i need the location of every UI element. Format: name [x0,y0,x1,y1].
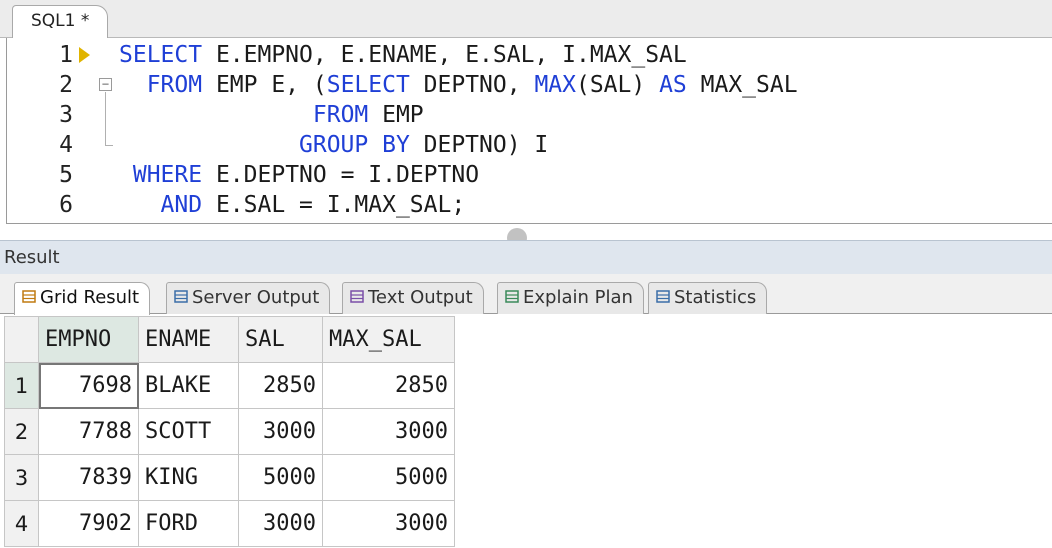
fold-collapse-icon[interactable]: − [99,78,112,91]
sql-text: EMP E, ( [202,72,327,98]
row-number[interactable]: 4 [4,500,39,547]
tab-statistics[interactable]: Statistics [648,282,768,314]
tab-explain-plan[interactable]: Explain Plan [497,282,644,314]
fold-guide-line [105,130,106,145]
cell-max_sal[interactable]: 2850 [322,362,455,409]
code-text: FROM EMP [119,100,424,130]
sql-keyword: MAX [534,72,576,98]
line-number: 4 [59,132,73,158]
code-text: SELECT E.EMPNO, E.ENAME, E.SAL, I.MAX_SA… [119,40,687,70]
code-text: GROUP BY DEPTNO) I [119,130,548,160]
editor-tab-sql1[interactable]: SQL1 * [12,5,109,39]
cell-sal[interactable]: 5000 [238,454,323,501]
sql-keyword: WHERE [132,162,203,188]
cell-empno[interactable]: 7788 [38,408,139,455]
server-output-icon [173,285,189,303]
grid-header-row: EMPNO ENAME SAL MAX_SAL [4,316,455,363]
line-number: 6 [59,192,73,218]
table-row[interactable]: 1 7698 BLAKE 2850 2850 [4,362,455,409]
tab-grid-result[interactable]: Grid Result [14,282,151,315]
cell-empno[interactable]: 7698 [38,362,139,409]
sql-keyword: FROM [312,102,369,128]
code-line[interactable]: 6 AND E.SAL = I.MAX_SAL; [7,190,1047,220]
result-grid[interactable]: EMPNO ENAME SAL MAX_SAL 1 7698 BLAKE 2850 2850 2… [4,316,455,547]
cell-max_sal[interactable]: 5000 [322,454,455,501]
code-line[interactable]: 4 GROUP BY DEPTNO) I [7,130,1047,160]
sql-text: E.DEPTNO = I.DEPTNO [202,162,480,188]
tab-server-output[interactable]: Server Output [166,282,331,314]
code-text: WHERE E.DEPTNO = I.DEPTNO [119,160,479,190]
editor-tab-bar: SQL1 * [0,0,1052,39]
line-number: 3 [59,102,73,128]
cell-ename[interactable]: SCOTT [138,408,239,455]
result-panel-title: Result [0,240,1052,274]
row-number[interactable]: 1 [4,362,39,409]
sql-keyword: GROUP BY [299,132,410,158]
cell-ename[interactable]: BLAKE [138,362,239,409]
sql-text: (SAL) [575,72,660,98]
current-statement-marker-icon [79,47,90,63]
cell-max_sal[interactable]: 3000 [322,408,455,455]
grid-icon [21,285,37,303]
sql-text: DEPTNO, [409,72,535,98]
grid-corner-cell[interactable] [4,316,39,363]
statistics-icon [655,285,671,303]
sql-text: MAX_SAL [686,72,798,98]
tab-label: Explain Plan [523,287,633,308]
sql-keyword: SELECT [326,72,410,98]
table-row[interactable]: 4 7902 FORD 3000 3000 [4,500,455,547]
table-row[interactable]: 3 7839 KING 5000 5000 [4,454,455,501]
cell-ename[interactable]: KING [138,454,239,501]
cell-sal[interactable]: 3000 [238,408,323,455]
cell-max_sal[interactable]: 3000 [322,500,455,547]
sql-text: E.EMPNO, E.ENAME, E.SAL, I.MAX_SAL [202,42,687,68]
code-line[interactable]: 1 SELECT E.EMPNO, E.ENAME, E.SAL, I.MAX_S… [7,40,1047,70]
tab-text-output[interactable]: Text Output [342,282,484,314]
sql-keyword: AND [160,192,203,218]
sql-keyword: FROM [146,72,203,98]
column-header-ename[interactable]: ENAME [138,316,239,363]
code-text: AND E.SAL = I.MAX_SAL; [119,190,466,220]
sql-editor[interactable]: 1 SELECT E.EMPNO, E.ENAME, E.SAL, I.MAX_S… [6,38,1052,248]
column-header-max_sal[interactable]: MAX_SAL [322,316,455,363]
result-tab-bar: Grid Result Server Output Text Output Expla… [0,274,1052,315]
row-number[interactable]: 2 [4,408,39,455]
sql-text: EMP [368,102,424,128]
cell-empno[interactable]: 7902 [38,500,139,547]
explain-plan-icon [504,285,520,303]
column-header-empno[interactable]: EMPNO [38,316,139,363]
code-line[interactable]: 3 FROM EMP [7,92,1047,130]
code-line[interactable]: 2 − FROM EMP E, (SELECT DEPTNO, MAX(SAL) … [7,70,1047,100]
cell-empno[interactable]: 7839 [38,454,139,501]
cell-sal[interactable]: 3000 [238,500,323,547]
text-output-icon [349,285,365,303]
code-line[interactable]: 5 WHERE E.DEPTNO = I.DEPTNO [7,160,1047,190]
tab-label: Server Output [192,287,320,308]
table-row[interactable]: 2 7788 SCOTT 3000 3000 [4,408,455,455]
sql-keyword: SELECT [119,42,203,68]
sql-text: DEPTNO) I [409,132,549,158]
sql-text: E.SAL = I.MAX_SAL; [202,192,466,218]
sql-keyword: AS [659,72,687,98]
cell-ename[interactable]: FORD [138,500,239,547]
cell-sal[interactable]: 2850 [238,362,323,409]
column-header-sal[interactable]: SAL [238,316,323,363]
tab-label: Text Output [368,287,473,308]
line-number: 2 [59,72,73,98]
row-number[interactable]: 3 [4,454,39,501]
line-number: 1 [59,42,73,68]
line-number: 5 [59,162,73,188]
fold-guide-end [105,145,113,146]
tab-label: Grid Result [40,287,140,308]
tab-label: Statistics [674,287,757,308]
fold-guide-line [105,92,106,130]
code-text: FROM EMP E, (SELECT DEPTNO, MAX(SAL) AS … [119,70,798,100]
